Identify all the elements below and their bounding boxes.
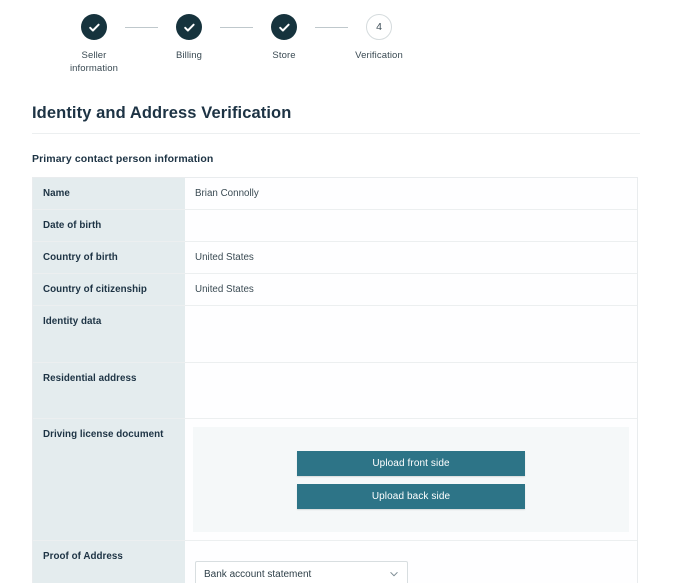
proof-of-address-selected-value: Bank account statement: [204, 568, 312, 580]
progress-stepper: Seller information Billing Store 4 Verif…: [0, 0, 673, 92]
section-title: Primary contact person information: [32, 153, 214, 165]
table-row: Driving license document Upload front si…: [33, 419, 637, 541]
row-value-country-of-birth: United States: [195, 252, 254, 263]
step-4-status-circle: 4: [366, 14, 392, 40]
table-row: Country of birth United States: [33, 242, 637, 274]
step-billing[interactable]: Billing: [164, 14, 214, 62]
step-connector-1: [125, 27, 158, 28]
row-label-residential-address: Residential address: [33, 363, 185, 418]
row-value-country-of-citizenship: United States: [195, 284, 254, 295]
step-connector-3: [315, 27, 348, 28]
row-value-residential-address: [185, 363, 637, 418]
step-connector-2: [220, 27, 253, 28]
primary-contact-table: Name Brian Connolly Date of birth Countr…: [32, 177, 638, 583]
step-store[interactable]: Store: [259, 14, 309, 62]
row-label-driving-license-document: Driving license document: [33, 419, 185, 540]
check-icon: [183, 23, 195, 31]
upload-back-side-button[interactable]: Upload back side: [297, 483, 525, 509]
row-label-proof-of-address: Proof of Address: [33, 541, 185, 583]
check-icon: [88, 23, 100, 31]
upload-front-side-button[interactable]: Upload front side: [297, 450, 525, 476]
step-3-label: Store: [272, 50, 296, 61]
row-label-name: Name: [33, 178, 185, 209]
row-value-identity-data: [185, 306, 637, 362]
page-title: Identity and Address Verification: [32, 104, 292, 122]
row-label-identity-data: Identity data: [33, 306, 185, 362]
table-row: Proof of Address Bank account statement: [33, 541, 637, 583]
upload-dropzone: Upload front side Upload back side: [193, 427, 629, 532]
step-1-status-circle: [81, 14, 107, 40]
table-row: Country of citizenship United States: [33, 274, 637, 306]
row-label-date-of-birth: Date of birth: [33, 210, 185, 241]
row-label-country-of-birth: Country of birth: [33, 242, 185, 273]
step-2-label: Billing: [175, 50, 203, 61]
verification-page: Seller information Billing Store 4 Verif…: [0, 0, 673, 583]
step-verification[interactable]: 4 Verification: [354, 14, 404, 62]
step-1-label: Seller information: [69, 50, 119, 74]
step-4-label: Verification: [355, 50, 403, 61]
step-2-status-circle: [176, 14, 202, 40]
proof-of-address-cell: Bank account statement: [185, 541, 637, 583]
title-divider: [32, 133, 640, 134]
table-row: Identity data: [33, 306, 637, 363]
row-value-date-of-birth: [185, 210, 637, 241]
driving-license-upload-cell: Upload front side Upload back side: [185, 419, 637, 540]
step-seller-information[interactable]: Seller information: [69, 14, 119, 75]
step-4-number: 4: [376, 20, 382, 33]
row-label-country-of-citizenship: Country of citizenship: [33, 274, 185, 305]
proof-of-address-select[interactable]: Bank account statement: [195, 561, 408, 583]
row-value-name: Brian Connolly: [195, 188, 259, 199]
table-row: Residential address: [33, 363, 637, 419]
table-row: Date of birth: [33, 210, 637, 242]
check-icon: [278, 23, 290, 31]
chevron-down-icon: [390, 572, 398, 577]
step-3-status-circle: [271, 14, 297, 40]
table-row: Name Brian Connolly: [33, 178, 637, 210]
